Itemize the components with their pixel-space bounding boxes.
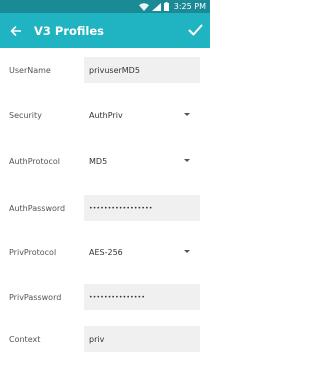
arrow-left-icon [10,21,21,40]
dropdown-arrow-icon [184,250,190,253]
security-label: Security [9,110,42,120]
auth-password-field[interactable]: ••••••••••••••••• [84,195,200,221]
priv-protocol-label: PrivProtocol [9,247,57,257]
app-bar: V3 Profiles [0,13,210,48]
username-field[interactable]: privuserMD5 [84,57,200,83]
auth-password-label: AuthPassword [9,203,66,213]
status-bar: 3:25 PM [0,0,210,13]
context-field[interactable]: priv [84,326,200,352]
dropdown-arrow-icon [184,159,190,162]
context-label: Context [9,334,41,344]
auth-password-row: AuthPassword ••••••••••••••••• [0,195,210,221]
checkmark-icon [188,21,203,40]
username-label: UserName [9,65,51,75]
dropdown-arrow-icon [184,113,190,116]
back-button[interactable] [0,13,30,48]
priv-password-label: PrivPassword [9,292,62,302]
priv-protocol-value: AES-256 [89,247,123,257]
save-button[interactable] [182,13,208,48]
priv-password-row: PrivPassword ••••••••••••••• [0,284,210,310]
auth-protocol-label: AuthProtocol [9,156,60,166]
page-title: V3 Profiles [34,23,105,38]
context-row: Context priv [0,326,210,352]
auth-protocol-row: AuthProtocol MD5 [0,148,210,174]
security-select[interactable]: AuthPriv [84,102,200,128]
username-row: UserName privuserMD5 [0,57,210,83]
status-time: 3:25 PM [173,2,206,11]
signal-icon [151,2,161,12]
security-value: AuthPriv [89,110,123,120]
priv-protocol-select[interactable]: AES-256 [84,239,200,265]
priv-password-field[interactable]: ••••••••••••••• [84,284,200,310]
auth-protocol-select[interactable]: MD5 [84,148,200,174]
auth-protocol-value: MD5 [89,156,108,166]
wifi-icon [138,2,149,12]
security-row: Security AuthPriv [0,102,210,128]
priv-protocol-row: PrivProtocol AES-256 [0,239,210,265]
battery-icon [163,2,169,12]
